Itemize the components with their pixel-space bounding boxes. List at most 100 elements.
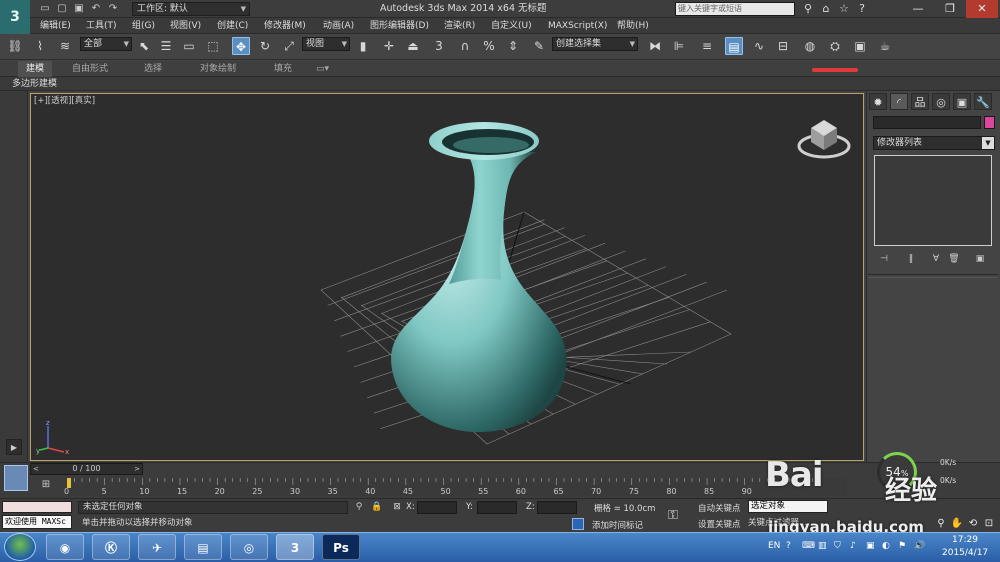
create-panel-icon[interactable]: ✹ <box>869 93 887 110</box>
align-icon[interactable]: ⊫ <box>670 37 688 55</box>
orbit-icon[interactable]: ⟲ <box>966 517 980 530</box>
clock-date[interactable]: 2015/4/17 <box>942 548 988 558</box>
viewcube[interactable] <box>797 114 852 160</box>
menu-animation[interactable]: 动画(A) <box>323 18 354 34</box>
workspace-dropdown[interactable]: 工作区: 默认 ▼ <box>132 2 250 16</box>
volume-tray-icon[interactable]: ♪ <box>850 541 856 551</box>
mirror-icon[interactable]: ⧓ <box>646 37 664 55</box>
hierarchy-panel-icon[interactable]: 品 <box>911 93 929 110</box>
layer-manager-icon[interactable]: ≡ <box>698 37 716 55</box>
ime-tray-icon[interactable]: ⌨ <box>802 541 815 551</box>
key-selection-set-dropdown[interactable]: 选定对象 <box>748 500 828 513</box>
schematic-view-icon[interactable]: ⊟ <box>774 37 792 55</box>
minimize-button[interactable]: — <box>902 0 934 18</box>
zoom-icon[interactable]: ⚲ <box>934 517 948 530</box>
photoshop-icon[interactable]: Ps <box>322 534 360 560</box>
show-end-result-icon[interactable]: ‖ <box>903 252 919 266</box>
search-icon[interactable]: ⚲ <box>800 1 816 17</box>
save-file-icon[interactable]: ▣ <box>72 2 86 15</box>
expand-arrow-icon[interactable]: ▶ <box>6 439 22 455</box>
shield-tray-icon[interactable]: ⛉ <box>834 541 841 551</box>
unlink-icon[interactable]: ⌇ <box>31 37 49 55</box>
remove-modifier-icon[interactable]: 🗑 <box>946 252 962 266</box>
network-tray-icon[interactable]: ▥ <box>818 541 827 551</box>
prev-frame-icon[interactable]: < <box>33 464 39 474</box>
modifier-list-dropdown[interactable]: 修改器列表 ▼ <box>873 136 995 150</box>
angle-snap-icon[interactable]: ∩ <box>456 37 474 55</box>
speaker-tray-icon[interactable]: 🔊 <box>914 541 925 551</box>
configure-modifier-sets-icon[interactable]: ▣ <box>972 252 988 266</box>
display-panel-icon[interactable]: ▣ <box>953 93 971 110</box>
select-manipulate-icon[interactable]: ✛ <box>380 37 398 55</box>
menu-group[interactable]: 组(G) <box>132 18 155 34</box>
bind-space-warp-icon[interactable]: ≋ <box>56 37 74 55</box>
favorites-icon[interactable]: ☆ <box>836 1 852 17</box>
open-file-icon[interactable]: ▢ <box>55 2 69 15</box>
x-coordinate-input[interactable] <box>417 501 457 514</box>
tab-object-paint[interactable]: 对象绘制 <box>192 61 244 77</box>
keyboard-shortcut-override-icon[interactable]: ⏏ <box>404 37 422 55</box>
app-menu-button[interactable]: 3 <box>0 0 30 34</box>
menu-help[interactable]: 帮助(H) <box>617 18 649 34</box>
object-name-field[interactable] <box>873 116 981 129</box>
undo-icon[interactable]: ↶ <box>89 2 103 15</box>
render-setup-icon[interactable]: ⛭ <box>826 37 844 55</box>
new-file-icon[interactable]: ▭ <box>38 2 52 15</box>
rendered-frame-window-icon[interactable]: ▣ <box>851 37 869 55</box>
redo-icon[interactable]: ↷ <box>106 2 120 15</box>
select-and-rotate-icon[interactable]: ↻ <box>256 37 274 55</box>
link-icon[interactable]: ⛓ <box>6 37 24 55</box>
clock-time[interactable]: 17:29 <box>952 535 978 545</box>
menu-rendering[interactable]: 渲染(R) <box>444 18 475 34</box>
y-coordinate-input[interactable] <box>477 501 517 514</box>
input-language[interactable]: EN <box>768 541 780 551</box>
snaps-toggle-icon[interactable]: 3 <box>430 37 448 55</box>
select-object-icon[interactable]: ⬉ <box>135 37 153 55</box>
restore-button[interactable]: ❐ <box>934 0 966 18</box>
motion-panel-icon[interactable]: ◎ <box>932 93 950 110</box>
3dsmax-taskbar-icon[interactable]: 3 <box>276 534 314 560</box>
display-tray-icon[interactable]: ▣ <box>866 541 875 551</box>
maximize-viewport-icon[interactable]: ⊡ <box>982 517 996 530</box>
isolate-selection-icon[interactable]: ⚲ <box>352 501 366 514</box>
flag-tray-icon[interactable]: ⚑ <box>898 541 906 551</box>
close-button[interactable]: ✕ <box>966 0 998 18</box>
search-input[interactable]: 键入关键字或短语 <box>675 2 795 16</box>
z-coordinate-input[interactable] <box>537 501 577 514</box>
time-slider[interactable]: < 0 / 100 > <box>30 463 143 475</box>
percent-snap-icon[interactable]: % <box>480 37 498 55</box>
material-editor-icon[interactable]: ◍ <box>801 37 819 55</box>
modifier-stack[interactable] <box>874 155 992 246</box>
track-bar-icon[interactable]: ⊞ <box>35 476 57 494</box>
graphite-ribbon-icon[interactable]: ▤ <box>725 37 743 55</box>
curve-editor-icon[interactable]: ∿ <box>750 37 768 55</box>
select-by-name-icon[interactable]: ☰ <box>157 37 175 55</box>
media-player-icon[interactable]: ◎ <box>230 534 268 560</box>
select-and-scale-icon[interactable]: ⤢ <box>280 37 298 55</box>
set-key-button[interactable]: 设置关键点 <box>698 518 741 530</box>
menu-maxscript[interactable]: MAXScript(X) <box>548 18 607 34</box>
ribbon-options-icon[interactable]: ▭▾ <box>308 61 337 77</box>
reference-coordinate-dropdown[interactable]: 视图 ▼ <box>302 37 350 51</box>
modify-panel-icon[interactable]: ◜ <box>890 93 908 110</box>
menu-modifiers[interactable]: 修改器(M) <box>264 18 306 34</box>
set-key-icon[interactable]: ⚿ <box>668 508 678 523</box>
absolute-mode-icon[interactable]: ⊠ <box>390 501 404 514</box>
tab-populate[interactable]: 填充 <box>266 61 300 77</box>
selection-region-icon[interactable]: ▭ <box>180 37 198 55</box>
menu-edit[interactable]: 编辑(E) <box>40 18 71 34</box>
named-selection-dropdown[interactable]: 创建选择集 ▼ <box>552 37 638 51</box>
pin-stack-icon[interactable]: ⊣ <box>876 252 892 266</box>
menu-create[interactable]: 创建(C) <box>217 18 248 34</box>
pan-icon[interactable]: ✋ <box>950 517 964 530</box>
maxscript-mini-listener-input[interactable] <box>2 501 72 513</box>
add-time-tag-icon[interactable] <box>572 518 584 530</box>
object-color-swatch[interactable] <box>984 116 995 129</box>
auto-key-button[interactable]: 自动关键点 <box>698 502 741 514</box>
edit-named-selection-icon[interactable]: ✎ <box>530 37 548 55</box>
chrome-icon[interactable]: ◉ <box>46 534 84 560</box>
selection-lock-icon[interactable]: 🔒 <box>370 501 384 514</box>
feiq-icon[interactable]: ✈ <box>138 534 176 560</box>
viewport-label-menu[interactable]: [+][透视][真实] <box>34 95 95 107</box>
help-icon[interactable]: ? <box>854 1 870 17</box>
